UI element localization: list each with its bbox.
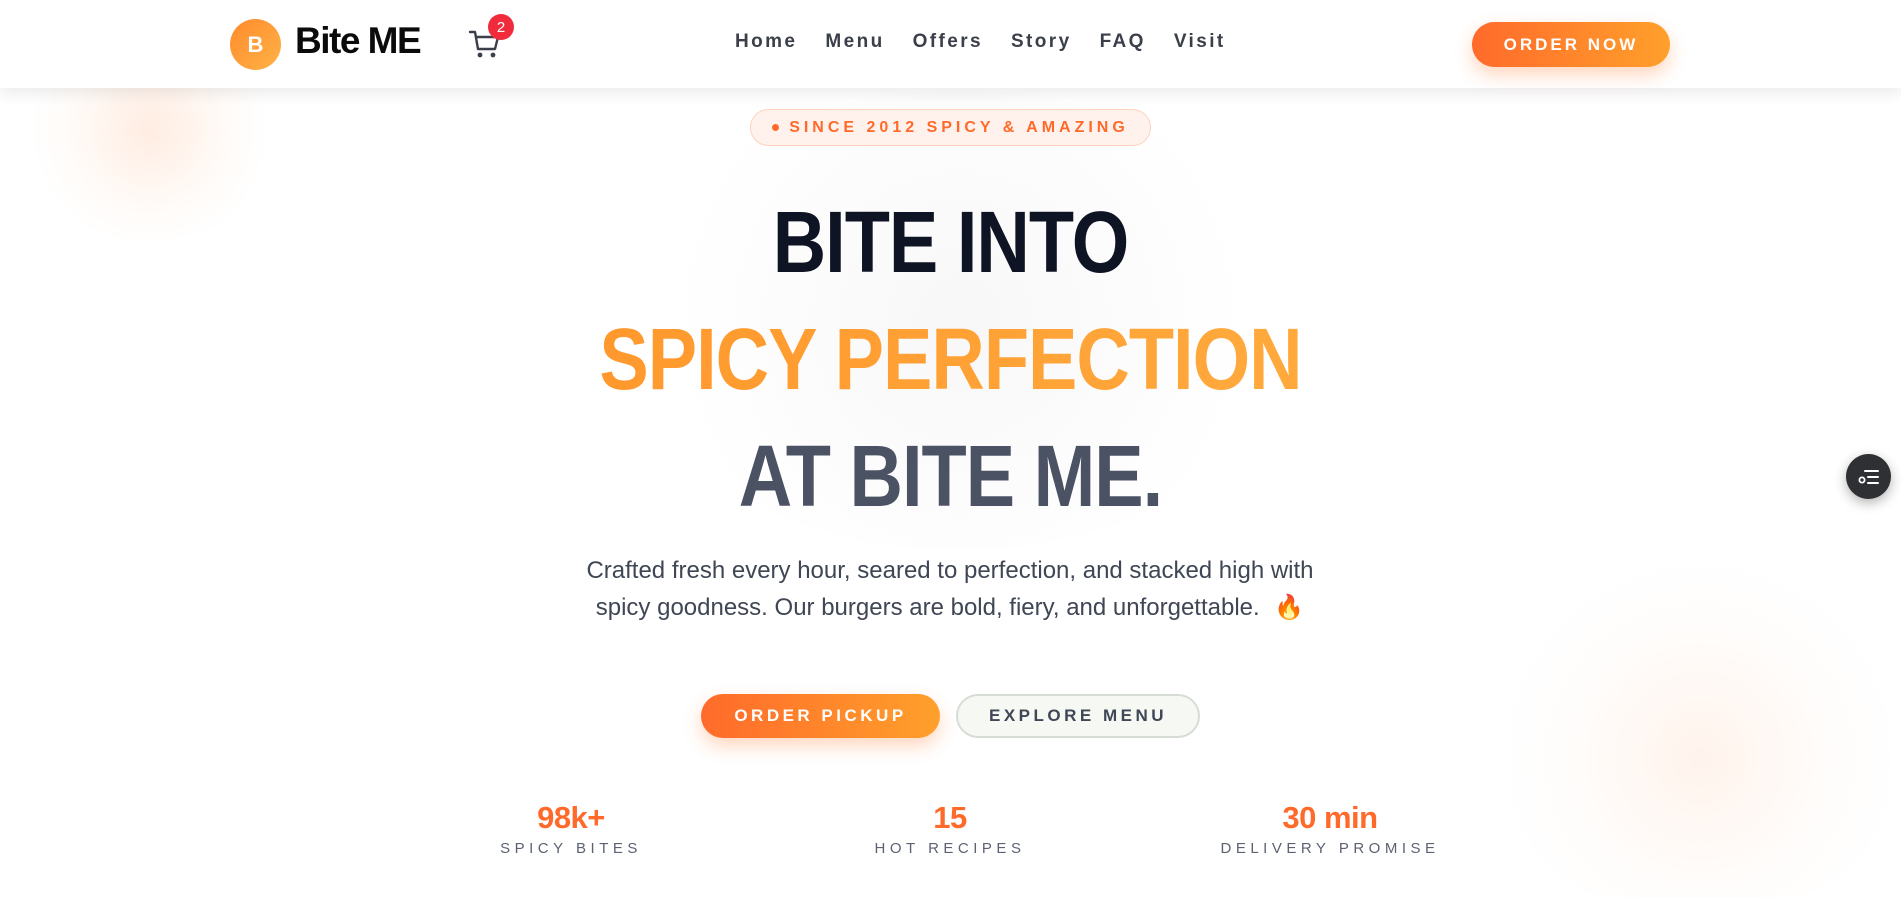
order-now-button[interactable]: ORDER NOW (1472, 22, 1670, 67)
nav-item-offers[interactable]: Offers (913, 31, 983, 53)
badge-dot-icon (772, 124, 780, 131)
nav-item-faq[interactable]: FAQ (1100, 31, 1146, 53)
main-nav: Home Menu Offers Story FAQ Visit (735, 31, 1254, 53)
stat-value: 30 min (1282, 800, 1378, 835)
stat-delivery-promise: 30 min DELIVERY PROMISE (1180, 800, 1480, 857)
background-glow-bottom-right (1490, 560, 1901, 898)
since-badge: SINCE 2012 SPICY & AMAZING (750, 109, 1151, 146)
brand-name[interactable]: Bite ME (295, 20, 422, 62)
stat-label: DELIVERY PROMISE (1220, 840, 1440, 857)
nav-item-visit[interactable]: Visit (1174, 31, 1226, 53)
headline-line-3: AT BITE ME. (738, 427, 1163, 526)
order-pickup-button[interactable]: ORDER PICKUP (701, 694, 940, 738)
nav-item-menu[interactable]: Menu (825, 31, 884, 53)
stat-label: SPICY BITES (500, 840, 642, 857)
stat-value: 15 (933, 800, 967, 835)
headline-line-2: SPICY PERFECTION (0, 309, 1901, 409)
nav-item-home[interactable]: Home (735, 31, 797, 53)
cart-count-badge: 2 (488, 14, 514, 40)
explore-menu-button[interactable]: EXPLORE MENU (956, 694, 1200, 738)
floating-settings-button[interactable] (1846, 454, 1891, 499)
stat-hot-recipes: 15 HOT RECIPES (800, 800, 1100, 857)
fire-icon: 🔥 (1274, 594, 1305, 621)
stat-value: 98k+ (537, 800, 605, 835)
hero-subtitle: Crafted fresh every hour, seared to perf… (580, 552, 1320, 626)
hero-subtitle-text: Crafted fresh every hour, seared to perf… (586, 557, 1314, 621)
site-header: B Bite ME 2 Home Menu Offers Story FAQ V… (0, 0, 1901, 88)
stat-label: HOT RECIPES (874, 840, 1026, 857)
since-badge-text: SINCE 2012 SPICY & AMAZING (789, 118, 1129, 136)
nav-item-story[interactable]: Story (1011, 31, 1072, 53)
headline-line-1: BITE INTO (772, 193, 1130, 292)
list-settings-icon (1858, 469, 1879, 484)
logo-badge[interactable]: B (230, 19, 281, 70)
stat-spicy-bites: 98k+ SPICY BITES (421, 800, 721, 857)
